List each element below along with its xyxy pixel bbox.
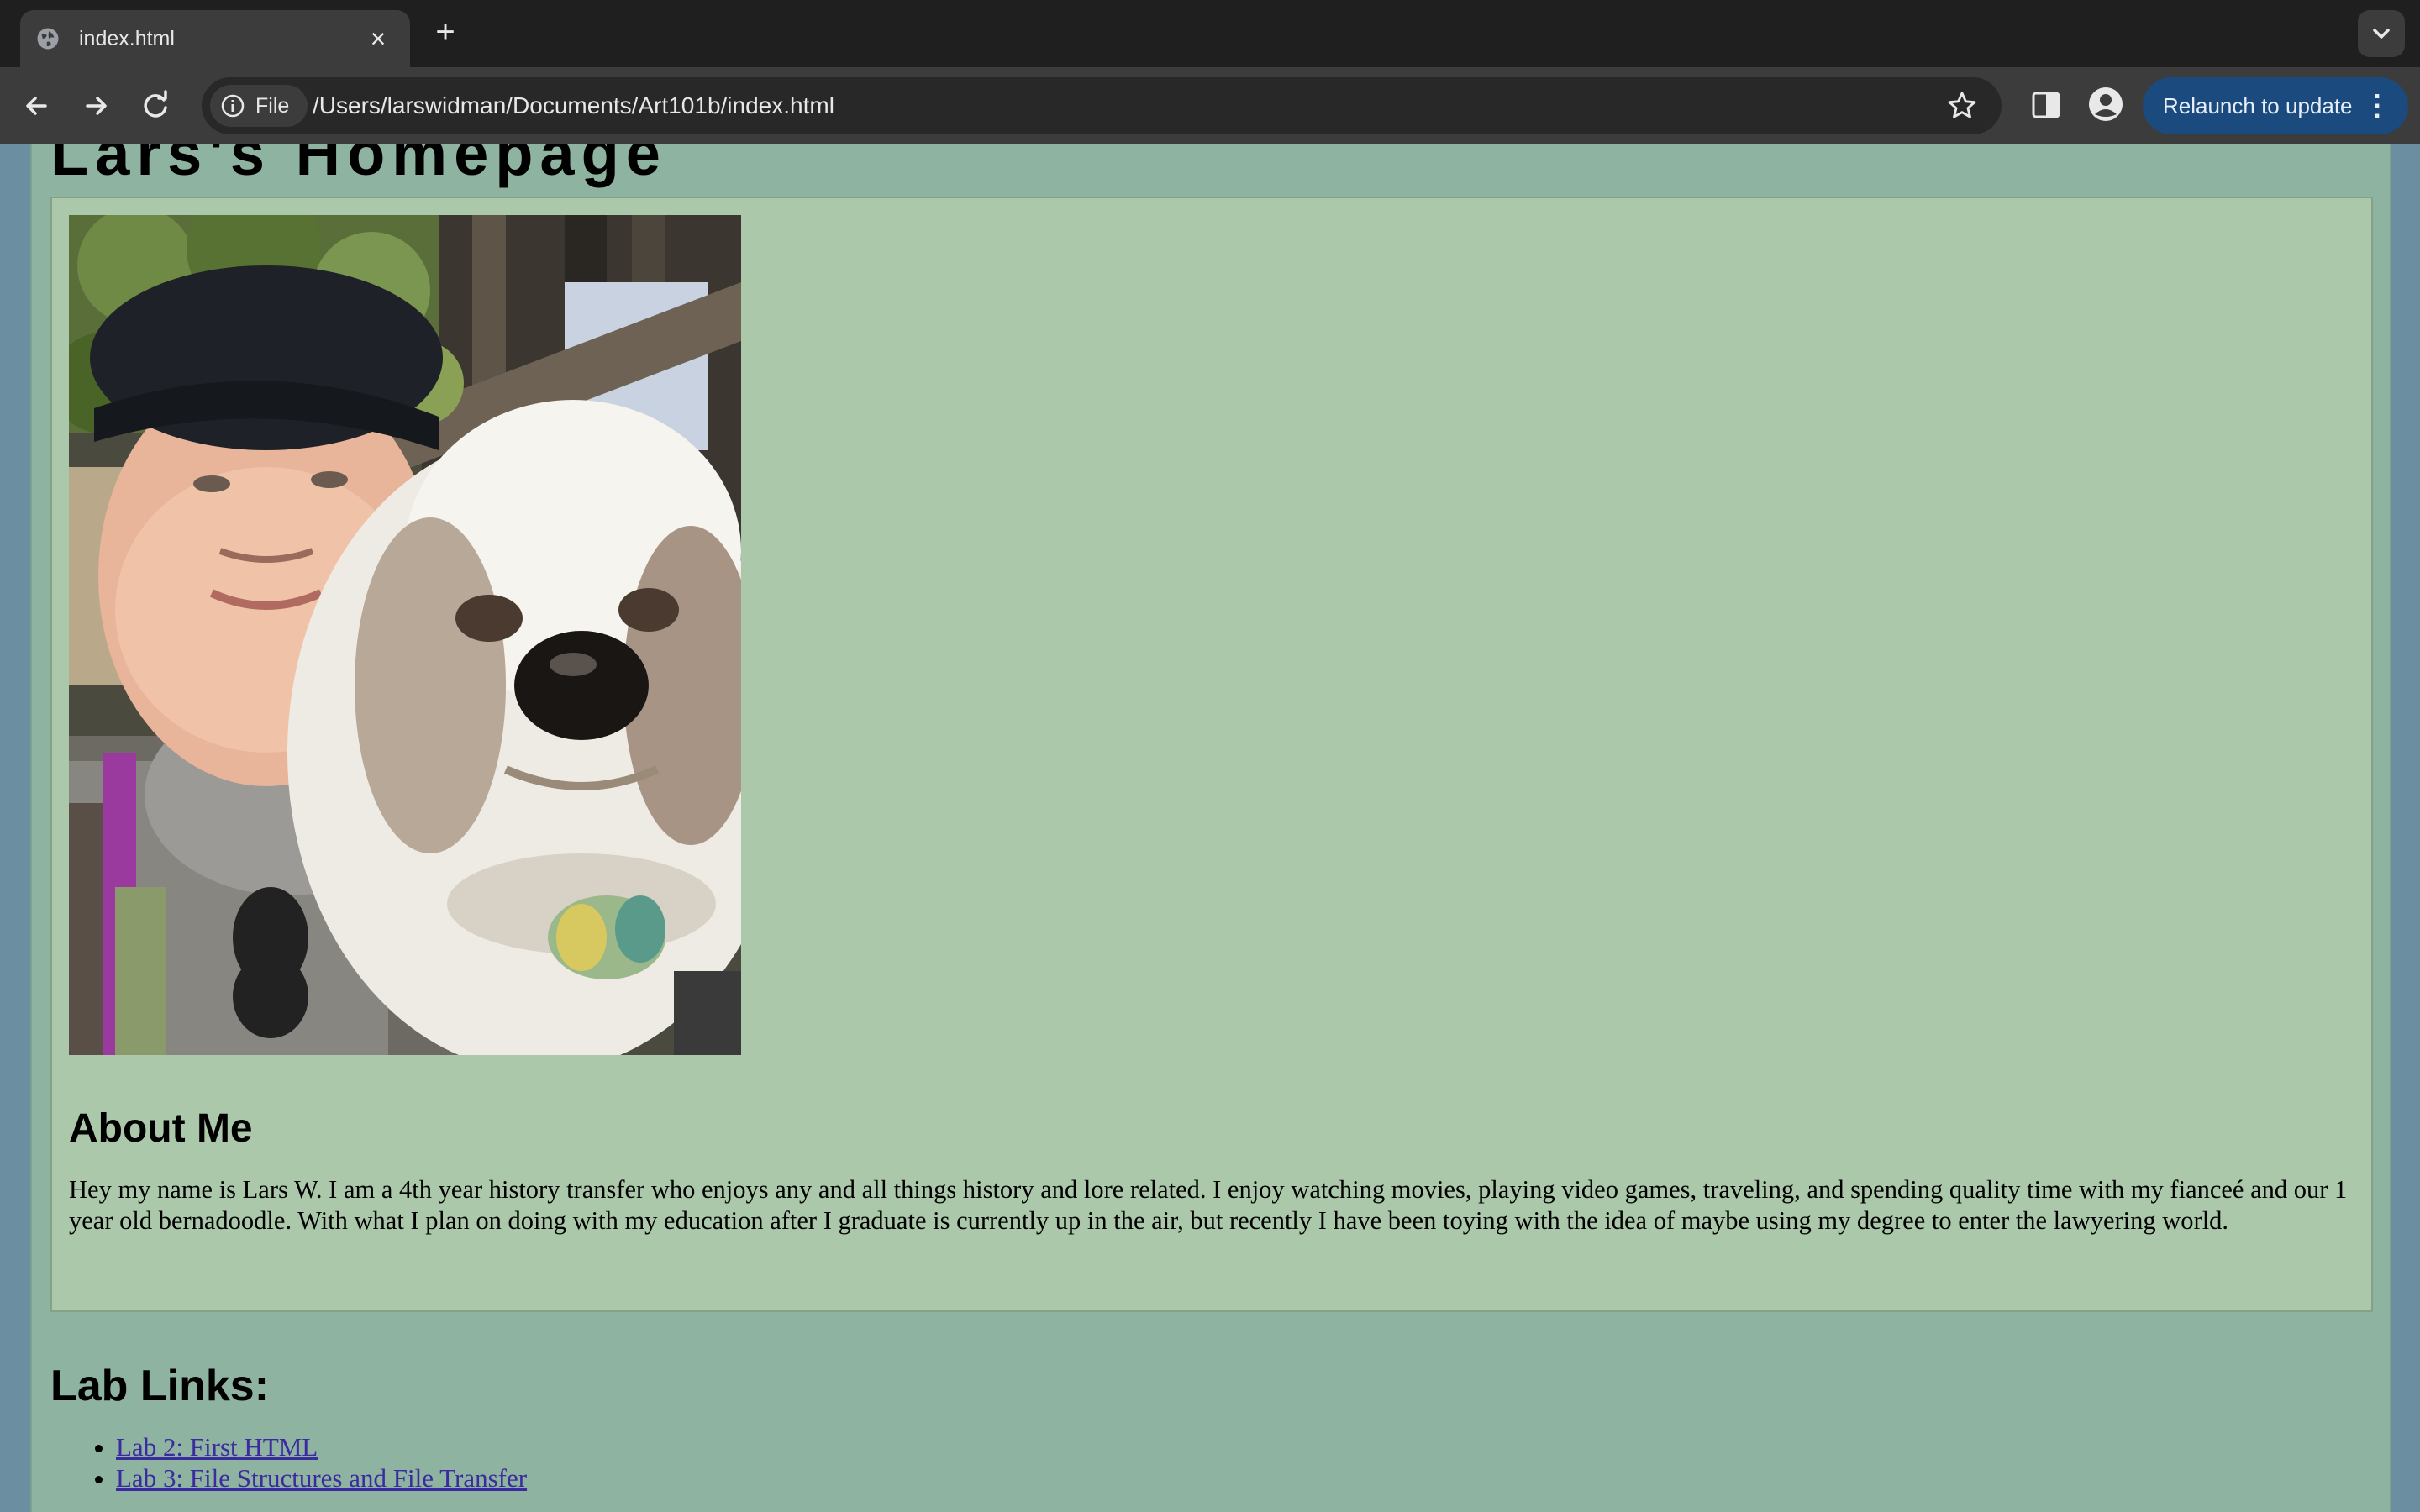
list-item: Lab 2: First HTML (116, 1431, 527, 1462)
more-menu-icon[interactable]: ⋮ (2363, 89, 2391, 123)
profile-photo (69, 215, 741, 1055)
globe-icon (37, 28, 59, 50)
profile-icon[interactable] (2087, 86, 2124, 123)
forward-icon[interactable] (77, 87, 114, 124)
close-tab-icon[interactable]: × (363, 24, 393, 54)
browser-toolbar: File /Users/larswidman/Documents/Art101b… (0, 67, 2420, 144)
browser-tab[interactable]: index.html × (20, 10, 410, 67)
relaunch-label: Relaunch to update (2163, 92, 2353, 118)
side-panel-icon[interactable] (2028, 87, 2064, 123)
about-text: Hey my name is Lars W. I am a 4th year h… (69, 1175, 2348, 1235)
list-item: Lab 3: File Structures and File Transfer (116, 1462, 527, 1494)
profile-card: About Me Hey my name is Lars W. I am a 4… (50, 197, 2373, 1312)
url-text[interactable]: /Users/larswidman/Documents/Art101b/inde… (313, 77, 834, 134)
lab-2-link[interactable]: Lab 2: First HTML (116, 1432, 318, 1462)
about-heading: About Me (69, 1106, 253, 1151)
info-icon (221, 94, 245, 118)
tab-strip: index.html × + (0, 0, 2420, 67)
site-chip-label: File (255, 93, 290, 118)
address-bar[interactable]: File /Users/larswidman/Documents/Art101b… (202, 77, 2002, 134)
tab-title: index.html (79, 26, 175, 50)
tab-search-button[interactable] (2358, 10, 2405, 57)
relaunch-to-update-button[interactable]: Relaunch to update ⋮ (2143, 77, 2408, 134)
lab-links-list: Lab 2: First HTML Lab 3: File Structures… (50, 1431, 527, 1494)
reload-icon[interactable] (138, 87, 175, 124)
back-icon[interactable] (18, 87, 55, 124)
page-viewport[interactable]: Lars's Homepage About Me Hey my name is … (0, 144, 2420, 1512)
chevron-down-icon (2373, 29, 2390, 39)
star-icon[interactable] (1946, 90, 1978, 122)
page-title: Lars's Homepage (50, 144, 667, 188)
new-tab-button[interactable]: + (429, 15, 462, 49)
site-info-chip[interactable]: File (210, 85, 308, 127)
lab-links-heading: Lab Links: (50, 1362, 270, 1410)
page-container: Lars's Homepage About Me Hey my name is … (30, 144, 2391, 1512)
lab-3-link[interactable]: Lab 3: File Structures and File Transfer (116, 1463, 527, 1493)
